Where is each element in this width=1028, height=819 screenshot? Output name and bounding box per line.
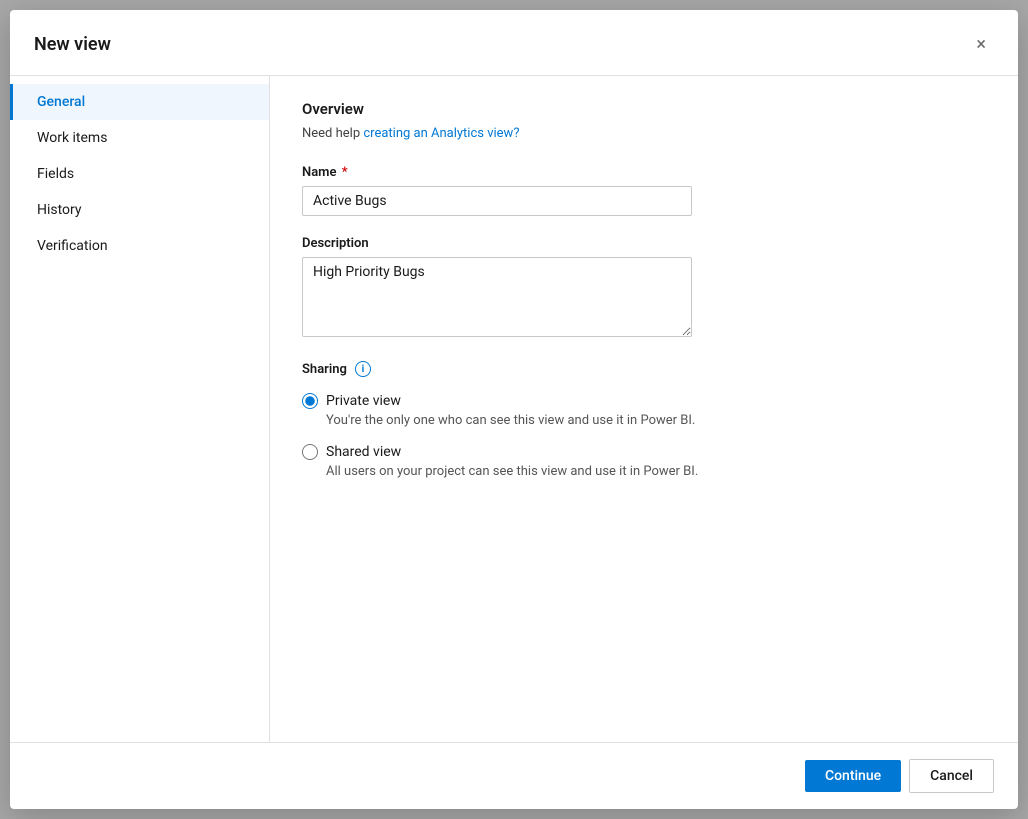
description-textarea[interactable]: High Priority Bugs xyxy=(302,257,692,337)
info-icon[interactable]: i xyxy=(355,361,371,377)
help-text: Need help creating an Analytics view? xyxy=(302,126,986,141)
sharing-section: Sharing i Private view You're the xyxy=(302,361,986,487)
sidebar-item-verification[interactable]: Verification xyxy=(10,228,269,264)
description-form-group: Description High Priority Bugs xyxy=(302,236,986,341)
sidebar-item-label-general: General xyxy=(37,94,85,110)
radio-row-private[interactable]: Private view xyxy=(302,393,986,409)
dialog-overlay: New view × General Work items Fields His… xyxy=(0,0,1028,819)
radio-row-shared[interactable]: Shared view xyxy=(302,444,986,460)
new-view-dialog: New view × General Work items Fields His… xyxy=(10,10,1018,809)
help-text-prefix: Need help xyxy=(302,126,363,141)
sharing-label: Sharing xyxy=(302,362,347,377)
sidebar-item-label-verification: Verification xyxy=(37,238,108,254)
radio-input-shared[interactable] xyxy=(302,444,318,460)
description-label: Description xyxy=(302,236,986,251)
close-icon: × xyxy=(976,34,986,55)
sharing-header: Sharing i xyxy=(302,361,986,377)
radio-description-private: You're the only one who can see this vie… xyxy=(326,413,986,428)
dialog-footer: Continue Cancel xyxy=(10,742,1018,809)
name-label: Name * xyxy=(302,165,986,180)
cancel-button[interactable]: Cancel xyxy=(909,759,994,793)
radio-input-private[interactable] xyxy=(302,393,318,409)
section-title: Overview xyxy=(302,100,986,118)
sidebar-item-history[interactable]: History xyxy=(10,192,269,228)
radio-description-shared: All users on your project can see this v… xyxy=(326,464,986,479)
dialog-title: New view xyxy=(34,34,111,55)
continue-button[interactable]: Continue xyxy=(805,760,901,792)
required-star: * xyxy=(342,165,348,180)
dialog-body: General Work items Fields History Verifi… xyxy=(10,76,1018,742)
radio-label-shared: Shared view xyxy=(326,444,401,460)
dialog-header: New view × xyxy=(10,10,1018,76)
sidebar-item-label-history: History xyxy=(37,202,82,218)
name-input[interactable] xyxy=(302,186,692,216)
help-link[interactable]: creating an Analytics view? xyxy=(363,126,519,141)
main-content: Overview Need help creating an Analytics… xyxy=(270,76,1018,742)
sidebar: General Work items Fields History Verifi… xyxy=(10,76,270,742)
sidebar-item-work-items[interactable]: Work items xyxy=(10,120,269,156)
radio-option-shared: Shared view All users on your project ca… xyxy=(302,444,986,487)
close-button[interactable]: × xyxy=(968,30,994,59)
radio-group: Private view You're the only one who can… xyxy=(302,393,986,487)
radio-option-private: Private view You're the only one who can… xyxy=(302,393,986,436)
sidebar-item-fields[interactable]: Fields xyxy=(10,156,269,192)
sidebar-item-label-work-items: Work items xyxy=(37,130,107,146)
sidebar-item-label-fields: Fields xyxy=(37,166,74,182)
radio-label-private: Private view xyxy=(326,393,401,409)
sidebar-item-general[interactable]: General xyxy=(10,84,269,120)
name-form-group: Name * xyxy=(302,165,986,216)
